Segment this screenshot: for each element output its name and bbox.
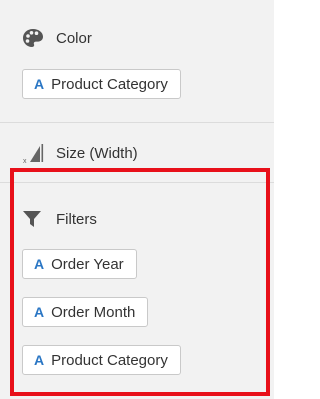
attribute-type-icon: A (34, 76, 45, 92)
svg-text:x: x (23, 158, 27, 164)
color-field-pill[interactable]: A Product Category (22, 69, 181, 99)
color-section-label: Color (56, 29, 92, 47)
grammar-panel: Color A Product Category x Size (Width) … (0, 0, 274, 399)
filter-pill-product-category[interactable]: A Product Category (22, 345, 181, 375)
size-section-label: Size (Width) (56, 144, 138, 162)
funnel-icon (22, 208, 46, 230)
color-section-header[interactable]: Color (22, 27, 92, 49)
filter-pill-order-year[interactable]: A Order Year (22, 249, 137, 279)
filters-section-header[interactable]: Filters (22, 208, 97, 230)
section-divider (0, 122, 274, 123)
attribute-type-icon: A (34, 352, 45, 368)
size-width-icon: x (22, 142, 46, 164)
filter-pill-label: Order Month (51, 303, 136, 321)
filter-pill-order-month[interactable]: A Order Month (22, 297, 149, 327)
section-divider (0, 182, 274, 183)
filter-pill-label: Product Category (51, 351, 168, 369)
attribute-type-icon: A (34, 256, 45, 272)
filters-section-label: Filters (56, 210, 97, 228)
palette-icon (22, 27, 46, 49)
attribute-type-icon: A (34, 304, 45, 320)
color-field-label: Product Category (51, 75, 168, 93)
size-section-header[interactable]: x Size (Width) (22, 142, 138, 164)
filter-pill-label: Order Year (51, 255, 124, 273)
